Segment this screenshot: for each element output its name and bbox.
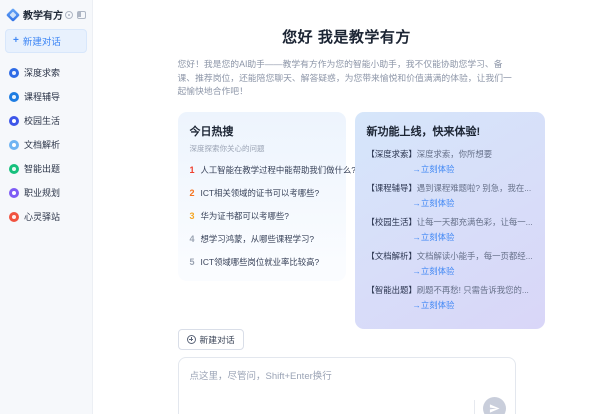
send-button[interactable] — [482, 396, 506, 414]
hot-search-item[interactable]: 3 华为证书都可以考哪些? — [190, 210, 334, 222]
new-features-card: 新功能上线，快来体验! 【深度求索】深度求索，你所想要 →立刻体验 【课程辅导】… — [354, 111, 545, 329]
rank-number: 5 — [189, 256, 195, 267]
sidebar-item-label: 智能出题 — [24, 164, 61, 174]
mind-station-icon — [9, 211, 19, 222]
sidebar-item-mind-station[interactable]: 心灵驿站 — [5, 206, 87, 227]
sidebar-item-label: 课程辅导 — [24, 92, 61, 102]
feature-item: 【课程辅导】遇到课程难题啦? 别急，我在... →立刻体验 — [367, 182, 533, 209]
quiz-generator-icon — [9, 163, 19, 174]
sidebar: 教学有方 + 新建对话 深度求索 课程辅导 校园生活 文档解析 智能出题 职业规… — [0, 0, 93, 414]
feature-tag: 【智能出题】 — [366, 284, 417, 295]
feature-item: 【校园生活】让每一天都充满色彩，让每一... →立刻体验 — [367, 216, 533, 243]
feature-tag: 【校园生活】 — [366, 216, 417, 227]
sidebar-item-doc-analysis[interactable]: 文档解析 — [5, 134, 87, 155]
sidebar-item-label: 心灵驿站 — [24, 212, 61, 222]
hot-search-item[interactable]: 4 想学习鸿蒙，从哪些课程学习? — [190, 233, 334, 245]
feature-desc: 文档解读小能手，每一页都经... — [416, 250, 533, 261]
sidebar-new-chat-label: 新建对话 — [22, 37, 61, 48]
app-logo-icon — [6, 7, 20, 22]
message-input-container[interactable] — [177, 356, 516, 414]
sidebar-item-career-planning[interactable]: 职业规划 — [5, 182, 87, 203]
plus-icon: + — [13, 35, 19, 46]
feature-tag: 【课程辅导】 — [366, 182, 417, 193]
hot-search-text: 华为证书都可以考哪些? — [200, 210, 289, 221]
try-now-link[interactable]: →立刻体验 — [413, 299, 533, 311]
page-title: 您好 我是教学有方 — [282, 29, 411, 46]
hot-search-text: 想学习鸿蒙，从哪些课程学习? — [200, 233, 315, 244]
new-chat-button[interactable]: 新建对话 — [177, 328, 244, 350]
feature-item: 【智能出题】刷题不再愁! 只需告诉我您的... →立刻体验 — [367, 284, 533, 311]
sidebar-item-label: 深度求索 — [24, 68, 61, 78]
send-area — [473, 396, 506, 414]
feature-desc: 遇到课程难题啦? 别急，我在... — [416, 182, 532, 193]
history-icon[interactable] — [65, 10, 73, 19]
main-area: 您好 我是教学有方 您好！我是您的AI助手——教学有方作为您的智能小助手，我不仅… — [93, 0, 600, 414]
hot-search-item[interactable]: 1 人工智能在教学过程中能帮助我们做什么? — [189, 164, 356, 176]
doc-analysis-icon — [9, 139, 19, 150]
new-chat-button-label: 新建对话 — [199, 334, 235, 345]
rank-number: 3 — [189, 210, 195, 221]
feature-desc: 深度求索，你所想要 — [416, 148, 493, 159]
feature-item: 【文档解析】文档解读小能手，每一页都经... →立刻体验 — [367, 250, 533, 277]
hot-search-text: ICT相关领域的证书可以考哪些? — [200, 187, 320, 198]
sidebar-item-deep-search[interactable]: 深度求索 — [5, 62, 87, 83]
try-now-link[interactable]: →立刻体验 — [413, 163, 533, 175]
welcome-content: 您好 我是教学有方 您好！我是您的AI助手——教学有方作为您的智能小助手，我不仅… — [177, 26, 545, 329]
rank-number: 1 — [189, 164, 195, 175]
hot-search-item[interactable]: 5 ICT领域哪些岗位就业率比较高? — [190, 256, 334, 268]
sidebar-header: 教学有方 — [5, 5, 87, 29]
new-features-title: 新功能上线，快来体验! — [366, 125, 481, 138]
hot-search-card: 今日热搜 深度探索你关心的问题 1 人工智能在教学过程中能帮助我们做什么? 2 … — [177, 111, 356, 281]
rank-number: 2 — [189, 187, 195, 198]
composer: 新建对话 — [177, 328, 516, 414]
feature-item: 【深度求索】深度求索，你所想要 →立刻体验 — [367, 148, 533, 175]
plus-circle-icon — [186, 334, 196, 344]
feature-list: 【深度求索】深度求索，你所想要 →立刻体验 【课程辅导】遇到课程难题啦? 别急，… — [367, 148, 533, 311]
course-tutoring-icon — [9, 91, 19, 102]
send-icon — [489, 404, 500, 413]
feature-tag: 【文档解析】 — [366, 250, 417, 261]
career-planning-icon — [9, 187, 19, 198]
feature-desc: 刷题不再愁! 只需告诉我您的... — [416, 284, 529, 295]
sidebar-item-label: 职业规划 — [24, 188, 61, 198]
sidebar-item-course-tutoring[interactable]: 课程辅导 — [5, 86, 87, 107]
hot-search-list: 1 人工智能在教学过程中能帮助我们做什么? 2 ICT相关领域的证书可以考哪些?… — [189, 164, 356, 268]
hot-search-text: 人工智能在教学过程中能帮助我们做什么? — [200, 164, 356, 175]
app-title: 教学有方 — [23, 11, 63, 22]
sidebar-item-campus-life[interactable]: 校园生活 — [5, 110, 87, 131]
try-now-link[interactable]: →立刻体验 — [413, 231, 533, 243]
feature-desc: 让每一天都充满色彩，让每一... — [416, 216, 533, 227]
hot-search-text: ICT领域哪些岗位就业率比较高? — [200, 256, 320, 267]
message-input[interactable] — [178, 357, 515, 414]
sidebar-new-chat-button[interactable]: + 新建对话 — [5, 29, 87, 53]
hot-search-item[interactable]: 2 ICT相关领域的证书可以考哪些? — [190, 187, 334, 199]
sidebar-item-quiz-generator[interactable]: 智能出题 — [5, 158, 87, 179]
hot-search-title: 今日热搜 — [189, 125, 234, 138]
info-cards: 今日热搜 深度探索你关心的问题 1 人工智能在教学过程中能帮助我们做什么? 2 … — [177, 111, 545, 329]
try-now-link[interactable]: →立刻体验 — [413, 265, 533, 277]
deep-search-icon — [9, 67, 19, 78]
campus-life-icon — [9, 115, 19, 126]
feature-tag: 【深度求索】 — [366, 148, 417, 159]
try-now-link[interactable]: →立刻体验 — [413, 197, 533, 209]
divider — [473, 400, 475, 414]
intro-text: 您好！我是您的AI助手——教学有方作为您的智能小助手，我不仅能协助您学习、备课、… — [177, 59, 512, 97]
app-window: 教学有方 + 新建对话 深度求索 课程辅导 校园生活 文档解析 智能出题 职业规… — [0, 0, 600, 414]
sidebar-menu: 深度求索 课程辅导 校园生活 文档解析 智能出题 职业规划 心灵驿站 — [5, 62, 87, 227]
hot-search-subtitle: 深度探索你关心的问题 — [189, 143, 265, 153]
sidebar-item-label: 校园生活 — [24, 116, 61, 126]
collapse-sidebar-icon[interactable] — [77, 10, 86, 19]
sidebar-item-label: 文档解析 — [24, 140, 61, 150]
rank-number: 4 — [189, 233, 195, 244]
